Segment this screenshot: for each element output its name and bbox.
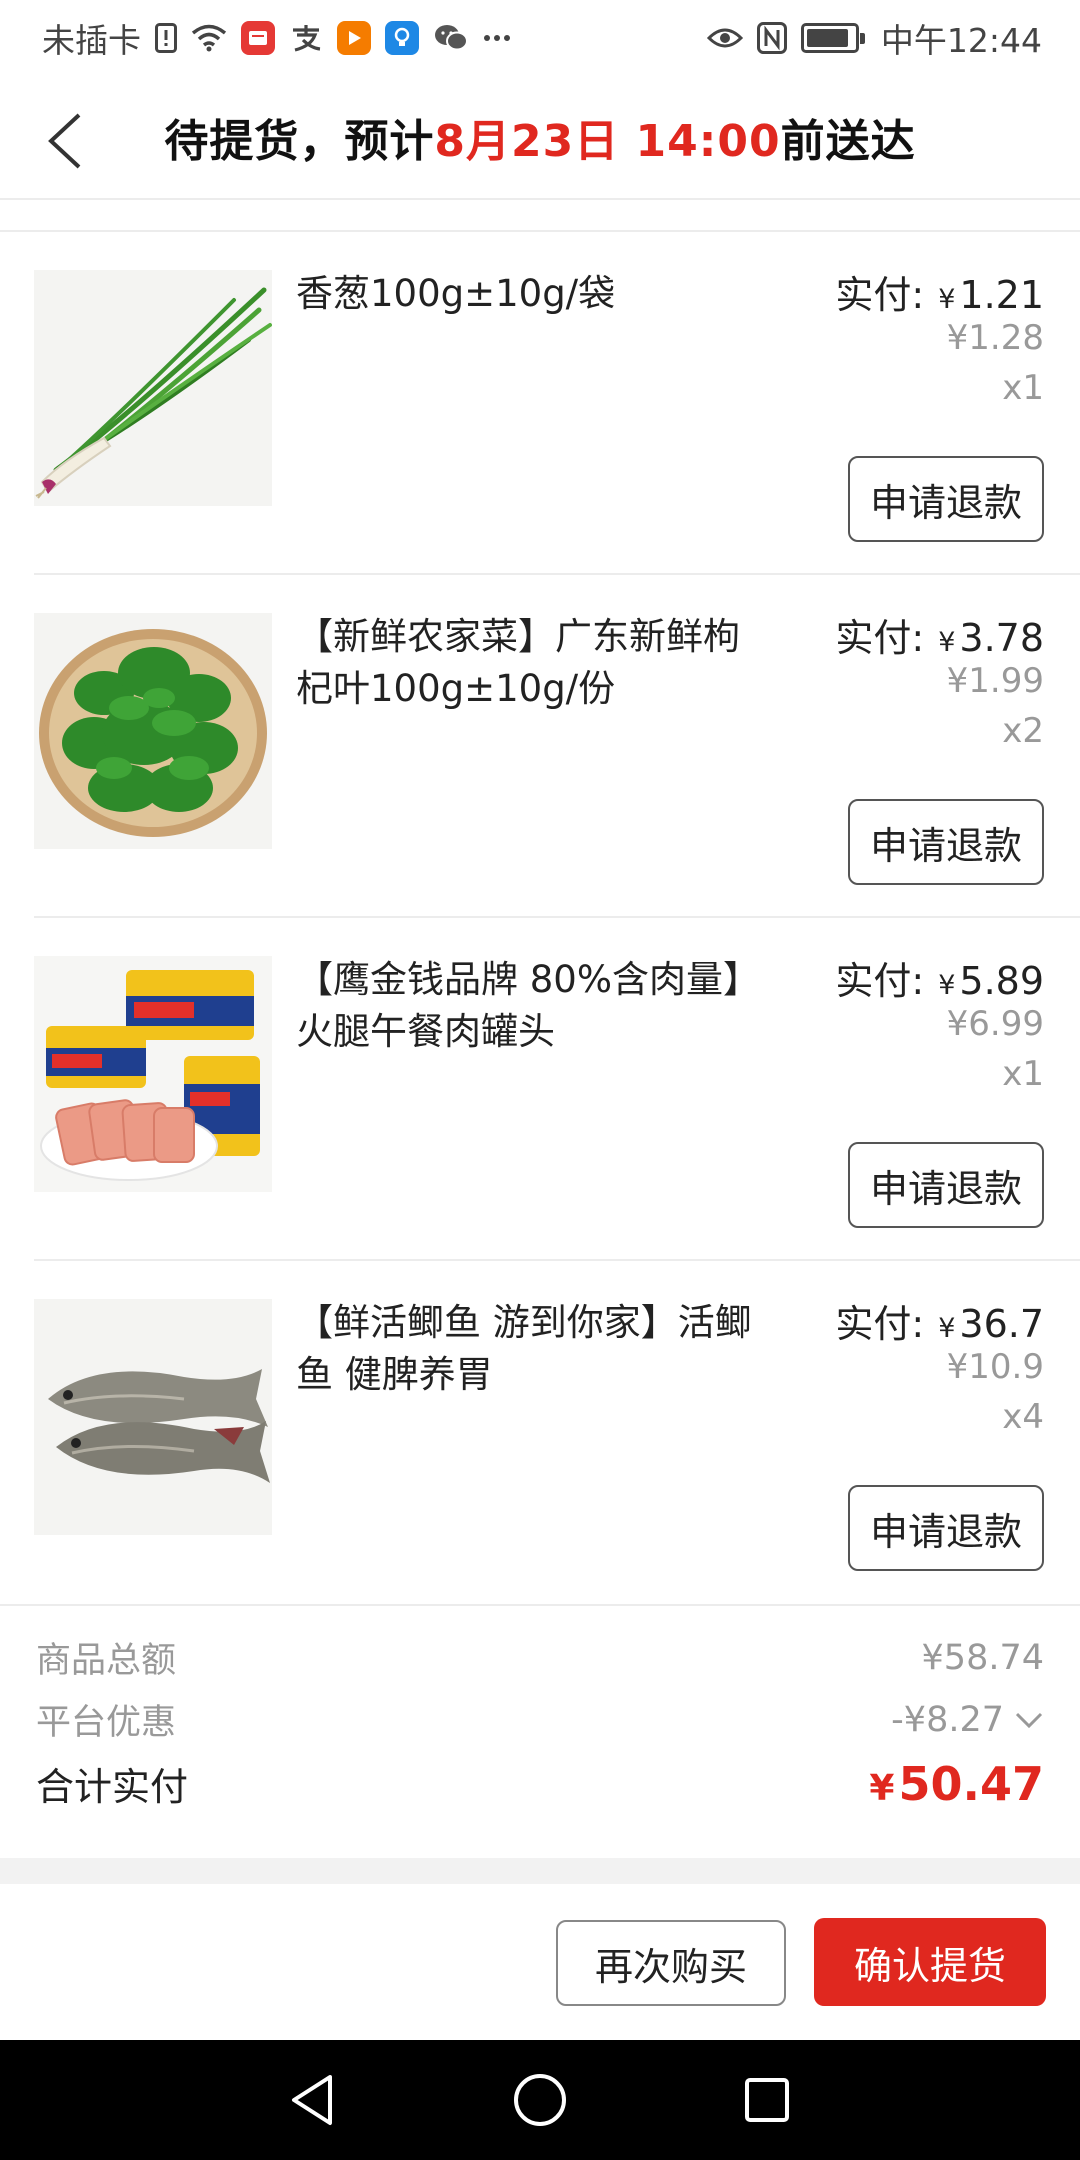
paid-label: 实付:	[835, 616, 925, 660]
section-divider	[0, 1858, 1080, 1884]
nav-recents-button[interactable]	[732, 2065, 802, 2135]
bulb-app-icon	[385, 21, 419, 55]
goods-total-row: 商品总额 ¥58.74	[36, 1632, 1044, 1683]
video-app-icon	[337, 21, 371, 55]
refund-button[interactable]: 申请退款	[848, 456, 1044, 542]
nav-home-button[interactable]	[505, 2065, 575, 2135]
paid-amount: 实付: ¥36.7	[835, 1293, 1044, 1348]
eye-icon	[706, 25, 743, 51]
refund-button[interactable]: 申请退款	[848, 799, 1044, 885]
title-suffix: 前送达	[780, 116, 916, 167]
paid-amount: 实付: ¥1.21	[835, 264, 1044, 319]
page-title: 待提货，预计8月23日 14:00前送达	[164, 105, 915, 169]
delivery-time: 8月23日 14:00	[434, 116, 781, 167]
chevron-down-icon[interactable]	[1014, 1711, 1044, 1729]
wechat-icon	[433, 23, 469, 53]
battery-icon	[800, 23, 865, 53]
nfc-icon	[756, 22, 787, 54]
discount-label: 平台优惠	[36, 1703, 177, 1743]
paid-amount: 实付: ¥5.89	[835, 950, 1044, 1005]
product-name[interactable]: 【鹰金钱品牌 80%含肉量】火腿午餐肉罐头	[296, 954, 756, 1058]
discount-row[interactable]: 平台优惠 -¥8.27	[36, 1694, 1044, 1745]
paid-value: 3.78	[959, 616, 1044, 660]
paid-currency: ¥	[938, 1313, 956, 1344]
more-icon	[483, 34, 511, 42]
quantity: x2	[1002, 711, 1044, 751]
chevron-left-icon	[48, 113, 81, 169]
product-name[interactable]: 【新鲜农家菜】广东新鲜枸杞叶100g±10g/份	[296, 611, 756, 715]
order-item-list: 香葱100g±10g/袋 实付:¥1.21 ¥1.28 x1 申请退款 【新鲜	[0, 230, 1080, 1604]
paid-label: 实付:	[835, 1302, 925, 1346]
sim-alert-icon	[155, 23, 177, 53]
paid-label: 实付:	[835, 959, 925, 1003]
quantity: x1	[1002, 368, 1044, 408]
original-price: ¥10.9	[946, 1347, 1044, 1387]
quantity: x4	[1002, 1397, 1044, 1437]
product-image-crucian-carp[interactable]	[34, 1299, 272, 1535]
total-amount: 50.47	[898, 1756, 1044, 1811]
refund-button[interactable]: 申请退款	[848, 1485, 1044, 1571]
order-item[interactable]: 【新鲜农家菜】广东新鲜枸杞叶100g±10g/份 实付: ¥3.78 ¥1.99 …	[34, 575, 1080, 918]
paid-currency: ¥	[938, 627, 956, 658]
total-row: 合计实付 ¥50.47	[36, 1756, 1044, 1811]
quantity: x1	[1002, 1054, 1044, 1094]
original-price: ¥1.28	[946, 318, 1044, 358]
original-price: ¥1.99	[946, 661, 1044, 701]
title-prefix: 待提货，预计	[164, 116, 435, 167]
square-recents-icon	[744, 2078, 789, 2122]
product-name[interactable]: 【鲜活鲫鱼 游到你家】活鲫鱼 健脾养胃	[296, 1297, 756, 1401]
clock-text: 中午12:44	[880, 21, 1042, 60]
total-value: ¥50.47	[869, 1757, 1044, 1811]
original-price: ¥6.99	[946, 1004, 1044, 1044]
discount-value: -¥8.27	[891, 1699, 1004, 1740]
paid-label: 实付:	[835, 273, 925, 317]
system-nav-bar	[0, 2040, 1080, 2160]
page-header: 待提货，预计8月23日 14:00前送达	[0, 76, 1080, 200]
product-name[interactable]: 香葱100g±10g/袋	[296, 268, 756, 320]
status-bar: 未插卡 中午12:44	[0, 0, 1080, 76]
circle-home-icon	[513, 2074, 566, 2126]
confirm-pickup-button[interactable]: 确认提货	[814, 1918, 1046, 2006]
app-red-icon	[241, 21, 275, 55]
status-right: 中午12:44	[706, 14, 1042, 62]
goods-total-label: 商品总额	[36, 1641, 177, 1681]
status-left: 未插卡	[42, 14, 511, 62]
nav-back-button[interactable]	[278, 2065, 348, 2135]
product-image-scallion[interactable]	[34, 270, 272, 506]
alipay-icon	[289, 22, 323, 54]
paid-amount: 实付: ¥3.78	[835, 607, 1044, 662]
goods-total-value: ¥58.74	[921, 1637, 1044, 1678]
order-item[interactable]: 香葱100g±10g/袋 实付: ¥1.21 ¥1.28 x1 申请退款	[34, 232, 1080, 575]
paid-currency: ¥	[938, 284, 956, 315]
order-item[interactable]: 【鲜活鲫鱼 游到你家】活鲫鱼 健脾养胃 实付: ¥36.7 ¥10.9 x4 申请…	[34, 1261, 1080, 1604]
total-currency: ¥	[869, 1767, 895, 1809]
paid-value: 1.21	[959, 273, 1044, 317]
order-item[interactable]: 【鹰金钱品牌 80%含肉量】火腿午餐肉罐头 实付: ¥5.89 ¥6.99 x1 …	[34, 918, 1080, 1261]
refund-button[interactable]: 申请退款	[848, 1142, 1044, 1228]
back-button[interactable]	[30, 106, 100, 176]
buy-again-button[interactable]: 再次购买	[556, 1920, 786, 2006]
paid-value: 36.7	[959, 1302, 1044, 1346]
discount-value-wrap[interactable]: -¥8.27	[891, 1700, 1044, 1740]
triangle-back-icon	[292, 2075, 333, 2125]
wifi-icon	[191, 24, 227, 52]
product-image-goji-leaves[interactable]	[34, 613, 272, 849]
price-summary: 商品总额 ¥58.74 平台优惠 -¥8.27 合计实付 ¥50.47	[0, 1604, 1080, 1858]
total-label: 合计实付	[36, 1765, 189, 1809]
carrier-text: 未插卡	[42, 21, 141, 60]
paid-value: 5.89	[959, 959, 1044, 1003]
paid-currency: ¥	[938, 970, 956, 1001]
product-image-luncheon-meat[interactable]	[34, 956, 272, 1192]
bottom-action-bar: 再次购买 确认提货	[0, 1884, 1080, 2040]
